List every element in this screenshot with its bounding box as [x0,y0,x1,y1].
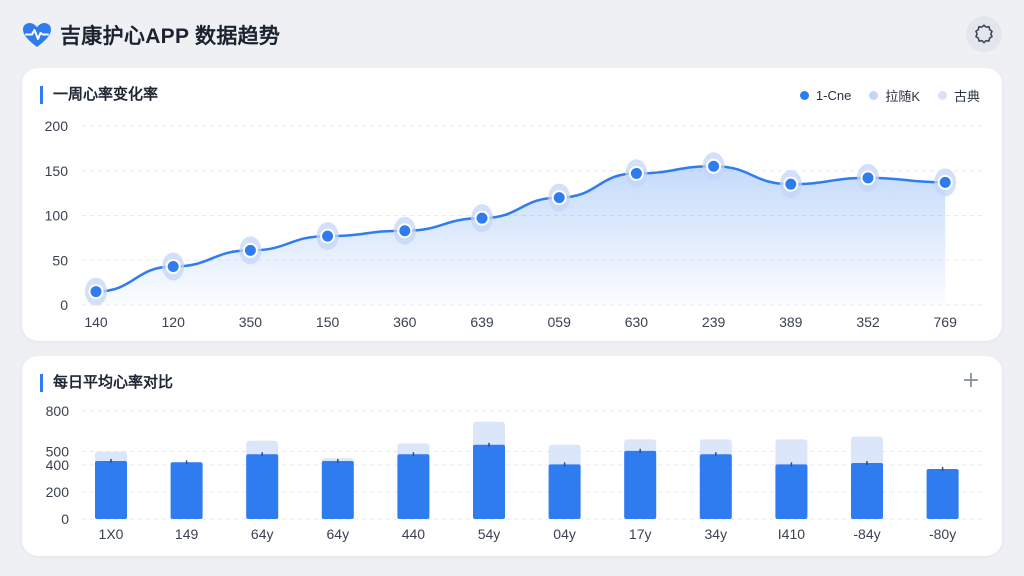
x-tick-label: 1X0 [99,526,124,542]
x-tick-label: 150 [316,314,340,330]
bar-chart: 02004005008001X0 149 64y 64y 440 54y 04y 17y 34y… [46,403,982,542]
x-tick-label: 360 [393,314,417,330]
data-point [474,210,490,226]
weekly-heart-rate-card: 一周心率变化率 1-Cne 拉随K 古典 0 50 100 150 200 140 120 3… [22,68,1002,341]
data-point [937,174,953,190]
series-area [96,166,946,305]
x-tick-label: 059 [548,314,572,330]
data-point [242,242,258,258]
bar [624,450,657,519]
bar [926,469,959,519]
gear-icon [975,24,993,44]
x-tick-label: 140 [84,314,108,330]
bar [851,462,883,519]
bar [246,454,279,519]
line-chart: 0 50 100 150 200 140 120 350 150 360 639 059 630 239 3… [45,118,982,330]
x-tick-label: 630 [625,314,649,330]
x-tick-label: 04y [553,526,576,542]
y-tick-label: 0 [60,297,68,313]
x-tick-label: 34y [705,526,728,542]
y-tick-label: 100 [45,208,69,224]
x-tick-label: 54y [478,526,501,542]
x-tick-label: 389 [779,314,803,330]
bar [699,454,732,519]
y-tick-label: 50 [52,252,68,268]
y-tick-label: 200 [46,484,70,500]
x-tick-label: 769 [934,314,958,330]
y-tick-label: 500 [46,444,70,460]
data-point [860,170,876,186]
bar [397,454,430,519]
y-tick-label: 200 [45,118,69,134]
data-point [783,176,799,192]
x-tick-label: 352 [856,314,880,330]
data-point [320,228,336,244]
y-tick-label: 0 [61,511,69,527]
data-point [165,259,181,275]
bar [95,460,127,519]
settings-button[interactable] [966,16,1002,52]
x-tick-label: 239 [702,314,726,330]
x-tick-label: 64y [251,526,274,542]
x-tick-label: 350 [239,314,263,330]
heart-pulse-icon [23,23,51,47]
y-tick-label: 150 [45,163,69,179]
bar [321,460,354,519]
x-tick-label: -84y [853,526,880,542]
data-point [628,165,644,181]
data-point [88,284,104,300]
bar [775,464,808,519]
bar [170,462,203,519]
x-tick-label: 440 [402,526,426,542]
x-tick-label: 17y [629,526,652,542]
data-point [551,190,567,206]
app-header: 吉康护心APP 数据趋势 [0,0,1024,68]
y-tick-label: 800 [46,403,70,419]
bar [473,444,505,519]
data-point [706,158,722,174]
x-tick-label: 639 [470,314,494,330]
x-tick-label: I410 [778,526,805,542]
app-title: 吉康护心APP 数据趋势 [60,25,281,48]
bar [548,464,581,519]
data-point [397,223,413,239]
x-tick-label: -80y [929,526,956,542]
x-tick-label: 64y [327,526,350,542]
daily-average-card: 每日平均心率对比 + 0 200 400 500 800 1X0 149 64y 64y 440 5… [22,356,1002,556]
x-tick-label: 120 [162,314,186,330]
x-tick-label: 149 [175,526,199,542]
